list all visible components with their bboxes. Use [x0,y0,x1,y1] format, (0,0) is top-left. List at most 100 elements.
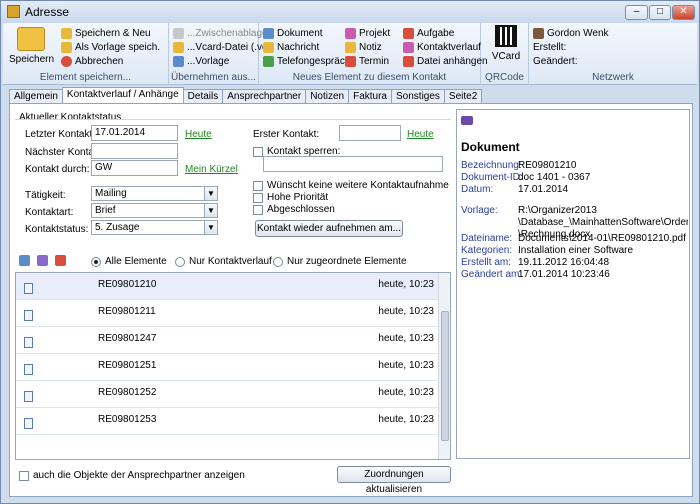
no-more-contact-label: Wünscht keine weitere Kontaktaufnahme [267,180,449,191]
my-shortcut-link[interactable]: Mein Kürzel [185,164,238,175]
contact-by-input[interactable]: GW [91,160,178,176]
no-more-contact-box[interactable] [253,180,263,191]
document-icon [24,364,33,375]
chevron-down-icon[interactable]: ▼ [204,204,217,217]
last-contact-input[interactable]: 17.01.2014 [91,125,178,141]
tab-kontaktverlauf[interactable]: Kontaktverlauf / Anhänge [61,87,184,103]
next-contact-input[interactable] [91,143,178,159]
table-row[interactable]: RE09801251 heute, 10:23 [16,354,438,381]
new-document-button[interactable]: Dokument [263,26,323,40]
cancel-icon [61,55,72,67]
closed-box[interactable] [253,204,263,215]
delete-element-icon[interactable] [55,255,66,266]
closed-checkbox[interactable]: Abgeschlossen [253,204,335,215]
new-message-button[interactable]: Nachricht [263,40,319,54]
add-document-icon[interactable] [19,255,30,266]
table-row[interactable]: RE09801252 heute, 10:23 [16,381,438,408]
high-priority-label: Hohe Priorität [267,192,329,203]
group-label-save: Element speichern... [39,72,132,83]
attach-file-button[interactable]: Datei anhängen [403,54,488,68]
close-button[interactable]: ✕ [672,5,695,20]
no-more-contact-checkbox[interactable]: Wünscht keine weitere Kontaktaufnahme [253,180,449,191]
scrollbar-thumb[interactable] [441,311,449,441]
table-row[interactable]: RE09801210 heute, 10:23 [16,273,438,300]
preview-value: 17.01.2014 10:23:46 [518,269,610,280]
from-clipboard-button[interactable]: ...Zwischenablage [173,26,268,40]
new-task-button[interactable]: Aufgabe [403,26,454,40]
new-project-button[interactable]: Projekt [345,26,390,40]
group-label-import: Übernehmen aus... [170,72,257,83]
activity-label: Tätigkeit: [25,190,66,201]
high-priority-box[interactable] [253,192,263,203]
new-phonecall-button[interactable]: Telefongespräch [263,54,350,68]
preview-key: Dateiname: [461,233,513,244]
user-icon [533,27,544,39]
document-icon [24,310,33,321]
row-time: heute, 10:23 [378,279,434,290]
from-clipboard-label: ...Zwischenablage [187,27,268,39]
new-task-label: Aufgabe [417,27,455,39]
save-button[interactable]: Speichern [9,25,54,71]
tab-seite2[interactable]: Seite2 [443,89,483,103]
new-note-button[interactable]: Notiz [345,40,382,54]
contact-status-value: 5. Zusage [95,222,140,233]
network-user[interactable]: Gordon Wenk [533,26,609,40]
save-as-template-button[interactable]: Als Vorlage speich. [61,40,160,54]
filter-all-dot[interactable] [91,256,101,267]
filter-history-radio[interactable]: Nur Kontaktverlauf [175,256,272,267]
contact-status-select[interactable]: 5. Zusage ▼ [91,220,218,235]
save-and-new-label: Speichern & Neu [75,27,151,39]
tab-sonstiges[interactable]: Sonstiges [391,89,445,103]
table-row[interactable]: RE09801253 heute, 10:23 [16,408,438,435]
tab-strip: Allgemein Kontaktverlauf / Anhänge Detai… [9,87,483,103]
chevron-down-icon[interactable]: ▼ [204,221,217,234]
refresh-assignments-button[interactable]: Zuordnungen aktualisieren [337,466,451,495]
last-contact-label: Letzter Kontakt: [25,129,96,140]
row-name: RE09801251 [98,360,157,371]
filter-all-label: Alle Elemente [105,256,167,267]
tab-notizen[interactable]: Notizen [305,89,350,103]
tab-faktura[interactable]: Faktura [348,89,392,103]
preview-key: Erstellt am: [461,257,512,268]
filter-assigned-radio[interactable]: Nur zugeordnete Elemente [273,256,407,267]
activity-select[interactable]: Mailing ▼ [91,186,218,201]
title-bar: Adresse – □ ✕ [1,1,699,23]
cancel-label: Abbrechen [75,55,124,67]
minimize-button[interactable]: – [625,5,648,20]
filter-assigned-dot[interactable] [273,256,283,267]
filter-all-radio[interactable]: Alle Elemente [91,256,167,267]
filter-history-dot[interactable] [175,256,185,267]
table-row[interactable]: RE09801247 heute, 10:23 [16,327,438,354]
maximize-button[interactable]: □ [649,5,671,20]
include-contacts-label: auch die Objekte der Ansprechpartner anz… [33,470,245,481]
resume-contact-button[interactable]: Kontakt wieder aufnehmen am... [255,220,403,237]
new-appointment-button[interactable]: Termin [345,54,389,68]
preview-key: Datum: [461,184,494,195]
cancel-button[interactable]: Abbrechen [61,54,123,68]
list-scrollbar[interactable] [438,273,450,459]
table-row[interactable]: RE09801211 heute, 10:23 [16,300,438,327]
vcard-file-icon [173,41,184,53]
tab-details[interactable]: Details [182,89,224,103]
chevron-down-icon[interactable]: ▼ [204,187,217,200]
from-template-button[interactable]: ...Vorlage [173,54,229,68]
section-title: Aktueller Kontaktstatus [19,112,122,123]
tab-allgemein[interactable]: Allgemein [9,89,63,103]
lock-reason-input[interactable] [263,156,443,172]
save-and-new-button[interactable]: Speichern & Neu [61,26,151,40]
row-name: RE09801253 [98,414,157,425]
preview-value: 17.01.2014 [518,184,569,195]
today-link-last[interactable]: Heute [185,129,212,140]
contact-kind-select[interactable]: Brief ▼ [91,203,218,218]
tab-ansprechpartner[interactable]: Ansprechpartner [222,89,307,103]
lock-contact-box[interactable] [253,146,263,157]
new-history-button[interactable]: Kontaktverlauf [403,40,481,54]
include-contacts-checkbox[interactable]: auch die Objekte der Ansprechpartner anz… [19,470,245,481]
elements-list: RE09801210 heute, 10:23 RE09801211 heute, … [15,272,451,460]
first-contact-input[interactable] [339,125,401,141]
vcard-qr-button[interactable]: VCard [489,25,523,65]
link-element-icon[interactable] [37,255,48,266]
high-priority-checkbox[interactable]: Hohe Priorität [253,192,328,203]
today-link-first[interactable]: Heute [407,129,434,140]
include-contacts-box[interactable] [19,470,29,481]
